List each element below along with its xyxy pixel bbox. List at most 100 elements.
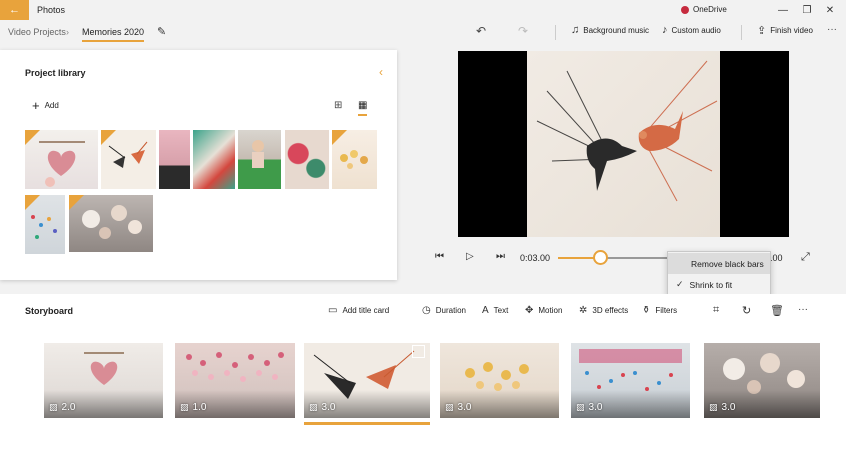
finish-video-label: Finish video: [770, 26, 813, 35]
clip-duration: ▨ 3.0: [445, 402, 472, 413]
background-music-label: Background music: [583, 25, 650, 35]
clip-select-checkbox[interactable]: [412, 345, 425, 358]
previous-frame-icon[interactable]: ⏮: [435, 251, 444, 262]
toolbar-divider: [555, 25, 556, 40]
storyboard-clip[interactable]: ▨ 3.0: [571, 343, 690, 418]
play-icon[interactable]: ▷: [466, 251, 474, 262]
delete-icon[interactable]: 🗑: [770, 304, 784, 317]
used-in-project-marker: [25, 130, 40, 145]
library-item[interactable]: [159, 130, 190, 189]
add-title-card-button[interactable]: ▭ Add title card: [328, 305, 389, 316]
end-time: .00: [770, 253, 783, 263]
rename-pencil-icon[interactable]: ✎: [157, 25, 166, 38]
library-item[interactable]: [332, 130, 377, 189]
toolbar-divider: [741, 25, 742, 40]
image-icon: ▨: [49, 402, 58, 412]
finish-video-button[interactable]: ⇪ Finish video: [757, 24, 813, 37]
menu-item-label: Shrink to fit: [689, 279, 733, 290]
project-library-title: Project library: [25, 68, 86, 78]
used-in-project-marker: [101, 130, 116, 145]
used-in-project-marker: [25, 195, 40, 210]
preview-frame-image: [527, 51, 720, 237]
back-button[interactable]: ←: [0, 0, 29, 20]
image-icon: ▨: [576, 402, 585, 412]
plus-icon: +: [32, 98, 40, 113]
onedrive-icon: [681, 5, 689, 14]
motion-icon: ✥: [525, 305, 534, 316]
library-item[interactable]: [25, 130, 98, 189]
custom-audio-button[interactable]: ♪ Custom audio: [662, 24, 721, 36]
onedrive-label: OneDrive: [693, 5, 727, 14]
large-grid-view-icon[interactable]: ⊞: [334, 100, 342, 111]
scrubber-handle[interactable]: [593, 250, 608, 265]
filters-icon: ⚱: [642, 305, 651, 316]
clip-duration: ▨ 2.0: [49, 402, 76, 413]
3d-effects-label: 3D effects: [592, 306, 629, 315]
image-icon: ▨: [180, 402, 189, 412]
storyboard-clip[interactable]: ▨ 3.0: [440, 343, 559, 418]
image-icon: ▨: [709, 402, 718, 412]
clip-duration: ▨ 3.0: [576, 402, 603, 413]
3d-effects-icon: ✲: [579, 305, 588, 316]
library-item[interactable]: [69, 195, 153, 252]
menu-item-remove-black-bars[interactable]: Remove black bars: [668, 253, 770, 274]
next-frame-icon[interactable]: ⏭: [496, 251, 505, 262]
undo-icon[interactable]: ↶: [476, 24, 486, 38]
selected-clip-indicator: [304, 422, 430, 425]
storyboard-clip[interactable]: ▨ 1.0: [175, 343, 295, 418]
library-item[interactable]: [101, 130, 156, 189]
app-title: Photos: [37, 5, 66, 15]
clip-duration: ▨ 3.0: [709, 402, 736, 413]
music-note-icon: ♫: [571, 24, 580, 36]
minimize-button[interactable]: —: [776, 3, 790, 17]
clip-duration: ▨ 3.0: [309, 402, 336, 413]
collapse-chevron-icon[interactable]: ‹: [379, 65, 383, 79]
child-photo-image: [252, 140, 264, 168]
storyboard-clip[interactable]: ▨ 3.0: [704, 343, 820, 418]
3d-effects-button[interactable]: ✲ 3D effects: [579, 305, 628, 316]
resize-icon[interactable]: ⌗: [713, 304, 719, 317]
menu-item-shrink-to-fit[interactable]: ✓ Shrink to fit: [668, 274, 770, 295]
library-item[interactable]: [25, 195, 65, 254]
used-in-project-marker: [332, 130, 347, 145]
fullscreen-icon[interactable]: ⤢: [801, 251, 810, 264]
rotate-icon[interactable]: ↻: [742, 304, 751, 317]
text-label: Text: [493, 306, 509, 315]
checkmark-icon: ✓: [676, 279, 684, 289]
text-button[interactable]: A Text: [482, 305, 508, 316]
library-item[interactable]: [238, 130, 281, 189]
background-music-button[interactable]: ♫ Background music: [571, 24, 649, 36]
menu-item-label: Remove black bars: [691, 258, 764, 269]
small-grid-view-icon[interactable]: ▦: [358, 100, 368, 116]
image-icon: ▨: [445, 402, 454, 412]
close-button[interactable]: ✕: [823, 3, 837, 17]
birds-painting-image: [536, 60, 718, 202]
add-media-button[interactable]: + Add: [32, 98, 59, 113]
breadcrumb-current-project: Memories 2020: [82, 27, 145, 42]
motion-label: Motion: [538, 306, 563, 315]
onedrive-account[interactable]: OneDrive: [681, 5, 727, 14]
custom-audio-icon: ♪: [662, 24, 668, 36]
add-title-card-label: Add title card: [342, 306, 390, 315]
storyboard-clip[interactable]: ▨ 2.0: [44, 343, 163, 418]
current-time: 0:03.00: [520, 253, 551, 263]
filters-label: Filters: [655, 306, 678, 315]
text-icon: A: [482, 305, 489, 316]
library-item[interactable]: [193, 130, 235, 189]
duration-button[interactable]: ◷ Duration: [422, 305, 466, 316]
storyboard-more-icon[interactable]: ···: [798, 304, 808, 315]
storyboard-title: Storyboard: [25, 306, 74, 316]
add-media-label: Add: [44, 101, 59, 110]
more-options-icon[interactable]: ···: [827, 24, 837, 35]
back-arrow-icon: ←: [9, 4, 20, 16]
filters-button[interactable]: ⚱ Filters: [642, 305, 677, 316]
redo-icon[interactable]: ↷: [518, 24, 528, 38]
restore-button[interactable]: ❐: [800, 3, 814, 17]
clock-icon: ◷: [422, 305, 431, 316]
duration-label: Duration: [435, 306, 466, 315]
export-icon: ⇪: [757, 25, 767, 37]
motion-button[interactable]: ✥ Motion: [525, 305, 562, 316]
breadcrumb-video-projects[interactable]: Video Projects: [8, 27, 66, 37]
video-preview[interactable]: [458, 51, 789, 237]
library-item[interactable]: [285, 130, 329, 189]
